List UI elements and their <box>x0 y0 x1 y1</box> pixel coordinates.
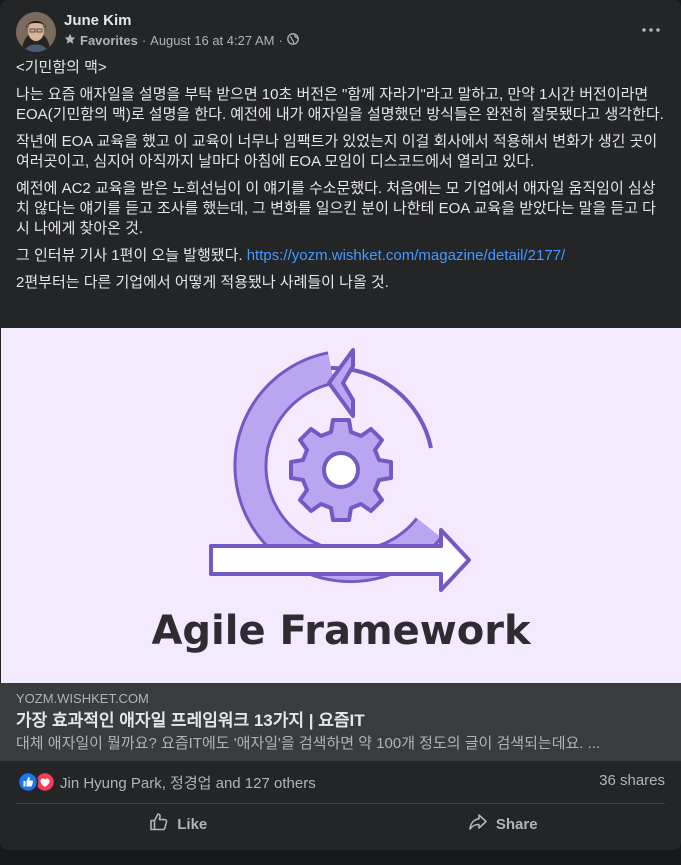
author-name[interactable]: June Kim <box>64 12 132 29</box>
meta-separator: · <box>278 33 283 48</box>
globe-icon <box>286 33 299 48</box>
interview-text: 그 인터뷰 기사 1편이 오늘 발행됐다. <box>16 247 247 264</box>
thumbs-up-icon <box>149 812 169 836</box>
action-bar: Like Share <box>16 806 665 842</box>
interview-link[interactable]: https://yozm.wishket.com/magazine/detail… <box>247 247 566 264</box>
reactions-bar: Jin Hyung Park, 정경업 and 127 others 36 sh… <box>16 770 665 794</box>
link-preview-image[interactable]: Agile Framework <box>1 328 681 683</box>
share-label: Share <box>495 815 538 833</box>
reactions-summary[interactable]: Jin Hyung Park, 정경업 and 127 others <box>60 772 316 793</box>
preview-image-caption: Agile Framework <box>151 608 532 654</box>
post-card: June Kim Favorites · August 16 at 4:27 A… <box>0 0 681 850</box>
preview-description: 대체 애자일이 뭘까요? 요즘IT에도 '애자일'을 검색하면 약 100개 정… <box>16 735 601 752</box>
post-paragraph: 그 인터뷰 기사 1편이 오늘 발행됐다. https://yozm.wishk… <box>16 246 666 266</box>
post-body: <기민함의 맥> 나는 요즘 애자일을 설명을 부탁 받으면 10초 버전은 "… <box>16 58 666 300</box>
share-button[interactable]: Share <box>341 806 666 842</box>
gear-icon <box>289 418 393 522</box>
favorites-label[interactable]: Favorites <box>80 33 138 48</box>
post-header: June Kim Favorites · August 16 at 4:27 A… <box>16 12 665 52</box>
like-icon <box>17 771 39 793</box>
like-label: Like <box>177 815 208 833</box>
post-paragraph: 예전에 AC2 교육을 받은 노희선님이 이 얘기를 수소문했다. 처음에는 모… <box>16 180 656 237</box>
star-icon <box>64 33 76 48</box>
preview-domain: YOZM.WISHKET.COM <box>16 691 149 706</box>
post-paragraph: 작년에 EOA 교육을 했고 이 교육이 너무나 임팩트가 있었는지 이걸 회사… <box>16 133 658 170</box>
link-preview-info[interactable]: YOZM.WISHKET.COM 가장 효과적인 애자일 프레임워크 13가지 … <box>0 683 681 761</box>
post-paragraph: <기민함의 맥> <box>16 59 107 76</box>
reaction-icons[interactable] <box>17 771 58 793</box>
share-icon <box>468 812 488 836</box>
meta-separator: · <box>141 33 147 48</box>
like-button[interactable]: Like <box>16 806 341 842</box>
divider <box>16 803 665 804</box>
love-icon <box>34 771 56 793</box>
post-timestamp[interactable]: August 16 at 4:27 AM <box>150 33 274 48</box>
post-meta: Favorites · August 16 at 4:27 AM · <box>64 33 299 48</box>
preview-title[interactable]: 가장 효과적인 애자일 프레임워크 13가지 | 요즘IT <box>16 710 665 732</box>
post-paragraph: 2편부터는 다른 기업에서 어떻게 적용됐나 사례들이 나올 것. <box>16 274 389 291</box>
avatar[interactable] <box>16 12 56 52</box>
post-paragraph: 나는 요즘 애자일을 설명을 부탁 받으면 10초 버전은 "함께 자라기"라고… <box>16 86 664 123</box>
more-options-icon[interactable] <box>637 18 665 42</box>
shares-count[interactable]: 36 shares <box>599 772 665 789</box>
